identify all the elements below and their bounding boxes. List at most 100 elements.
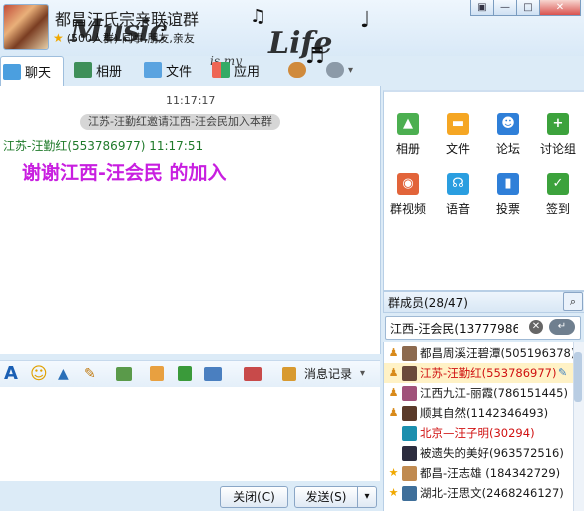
member-name: 北京—汪子明(30294) xyxy=(420,426,535,440)
avatar xyxy=(402,366,417,381)
app-label: 讨论组 xyxy=(539,142,576,156)
tab-label: 聊天 xyxy=(25,66,52,81)
app-checkin[interactable]: ✓ 签到 xyxy=(534,173,582,217)
message-history-button[interactable]: 消息记录 xyxy=(304,364,352,384)
menu-button[interactable]: ▣ xyxy=(470,0,494,16)
member-name: 都昌周溪汪碧潭(505196378) xyxy=(420,346,574,360)
group-subtitle: ★ (500人群) 同事,朋友,亲友 xyxy=(53,30,195,46)
vote-icon: ▮ xyxy=(497,173,519,195)
tab-chat[interactable]: 聊天 xyxy=(0,56,64,86)
discussion-icon: + xyxy=(547,113,569,135)
system-message: 江苏-汪勤红邀请江西-汪会民加入本群 xyxy=(80,114,280,130)
member-name: 湖北-汪思文(2468246127) xyxy=(420,486,564,500)
app-label: 投票 xyxy=(495,202,520,216)
message-input[interactable] xyxy=(0,387,380,481)
scrollbar-thumb[interactable] xyxy=(574,352,582,402)
member-name: 江苏-汪勤红(553786977) xyxy=(420,366,557,380)
avatar xyxy=(402,406,417,421)
folder-icon: ▬ xyxy=(447,113,469,135)
folder-icon xyxy=(144,62,162,78)
tab-bar: 聊天 相册 文件 应用 ▾ xyxy=(0,56,584,86)
member-search-value: 江西-汪会民(13777986 xyxy=(390,322,518,336)
message-sender: 江苏-汪勤红(553786977) 11:17:51 xyxy=(3,139,204,153)
app-label: 论坛 xyxy=(495,142,520,156)
bottom-bar: 关闭(C) 发送(S) ▾ xyxy=(0,481,380,511)
app-label: 语音 xyxy=(445,202,470,216)
member-list[interactable]: ♟ 都昌周溪汪碧潭(505196378) ♟ 江苏-汪勤红(553786977)… xyxy=(383,342,574,511)
clear-icon[interactable]: ✕ xyxy=(529,320,543,334)
star-icon: ★ xyxy=(388,486,399,499)
music-icon[interactable] xyxy=(178,366,192,381)
chevron-down-icon: ▾ xyxy=(348,64,354,76)
image-icon[interactable] xyxy=(116,367,132,381)
app-vote[interactable]: ▮ 投票 xyxy=(484,173,532,217)
star-icon: ★ xyxy=(388,466,399,479)
member-row[interactable]: ♟ 江苏-汪勤红(553786977) ✎ xyxy=(384,363,574,383)
member-name: 顺其自然(1142346493) xyxy=(420,406,549,420)
tab-label: 相册 xyxy=(96,64,123,80)
group-avatar[interactable] xyxy=(3,4,49,50)
message-time: 11:17:17 xyxy=(166,94,216,107)
app-label: 文件 xyxy=(445,142,470,156)
tab-apps[interactable]: 应用 xyxy=(212,56,260,84)
app-share-icon[interactable] xyxy=(244,367,262,381)
admin-icon: ♟ xyxy=(388,406,399,419)
app-label: 群视频 xyxy=(389,202,426,216)
send-options-button[interactable]: ▾ xyxy=(357,486,377,508)
album-icon xyxy=(74,62,92,78)
edit-icon[interactable]: ✎ xyxy=(558,363,567,383)
album-icon: ▲ xyxy=(397,113,419,135)
owner-icon: ♟ xyxy=(388,346,399,359)
enter-icon[interactable]: ↵ xyxy=(549,319,575,335)
app-label: 相册 xyxy=(395,142,420,156)
member-row[interactable]: 北京—汪子明(30294) xyxy=(384,423,574,443)
members-count: 群成员(28/47) xyxy=(388,296,468,310)
gear-icon xyxy=(326,62,344,78)
app-album[interactable]: ▲ 相册 xyxy=(384,113,432,157)
member-row[interactable]: ♟ 顺其自然(1142346493) xyxy=(384,403,574,423)
app-video[interactable]: ◉ 群视频 xyxy=(384,173,432,217)
member-row[interactable]: ★ 都昌-汪志雄 (184342729) xyxy=(384,463,574,483)
note-icon[interactable]: ✎ xyxy=(84,364,96,384)
tab-album[interactable]: 相册 xyxy=(74,56,122,84)
avatar xyxy=(402,446,417,461)
admin-icon: ♟ xyxy=(388,366,399,379)
apps-icon xyxy=(212,62,230,78)
app-files[interactable]: ▬ 文件 xyxy=(434,113,482,157)
screenshot-icon[interactable] xyxy=(204,367,222,381)
chevron-down-icon[interactable]: ▾ xyxy=(360,364,365,384)
tab-label: 文件 xyxy=(166,64,193,80)
input-toolbar: A ☺ ▲ ✎ 消息记录 ▾ xyxy=(0,360,380,387)
doc-icon[interactable] xyxy=(150,366,164,381)
chat-icon xyxy=(3,63,21,80)
settings-button[interactable]: ▾ xyxy=(326,56,353,84)
avatar xyxy=(402,466,417,481)
font-icon[interactable]: A xyxy=(4,364,18,384)
tab-files[interactable]: 文件 xyxy=(144,56,192,84)
checkin-icon: ✓ xyxy=(547,173,569,195)
history-icon xyxy=(282,367,296,381)
admin-icon: ♟ xyxy=(388,386,399,399)
member-row[interactable]: ♟ 都昌周溪汪碧潭(505196378) xyxy=(384,343,574,363)
minimize-button[interactable]: — xyxy=(493,0,517,16)
star-icon: ★ xyxy=(53,31,64,45)
close-button[interactable]: 关闭(C) xyxy=(220,486,288,508)
send-button[interactable]: 发送(S) xyxy=(294,486,358,508)
member-row[interactable]: 被遗失的美好(963572516) xyxy=(384,443,574,463)
add-member-button[interactable] xyxy=(288,56,306,84)
app-forum[interactable]: ☻ 论坛 xyxy=(484,113,532,157)
member-row[interactable]: ★ 湖北-汪思文(2468246127) xyxy=(384,483,574,503)
member-row[interactable]: ♟ 江西九江-丽霞(786151445) xyxy=(384,383,574,403)
app-voice[interactable]: ☊ 语音 xyxy=(434,173,482,217)
message-text: 谢谢江西-汪会民 的加入 xyxy=(22,162,227,184)
search-icon[interactable]: ⌕ xyxy=(563,292,583,311)
shake-icon[interactable]: ▲ xyxy=(58,364,69,384)
emoji-icon[interactable]: ☺ xyxy=(30,364,48,384)
avatar xyxy=(402,426,417,441)
avatar xyxy=(402,486,417,501)
maximize-button[interactable]: □ xyxy=(516,0,540,16)
avatar xyxy=(402,386,417,401)
close-window-button[interactable]: ✕ xyxy=(539,0,581,16)
app-discussion[interactable]: + 讨论组 xyxy=(534,113,582,157)
avatar xyxy=(402,346,417,361)
